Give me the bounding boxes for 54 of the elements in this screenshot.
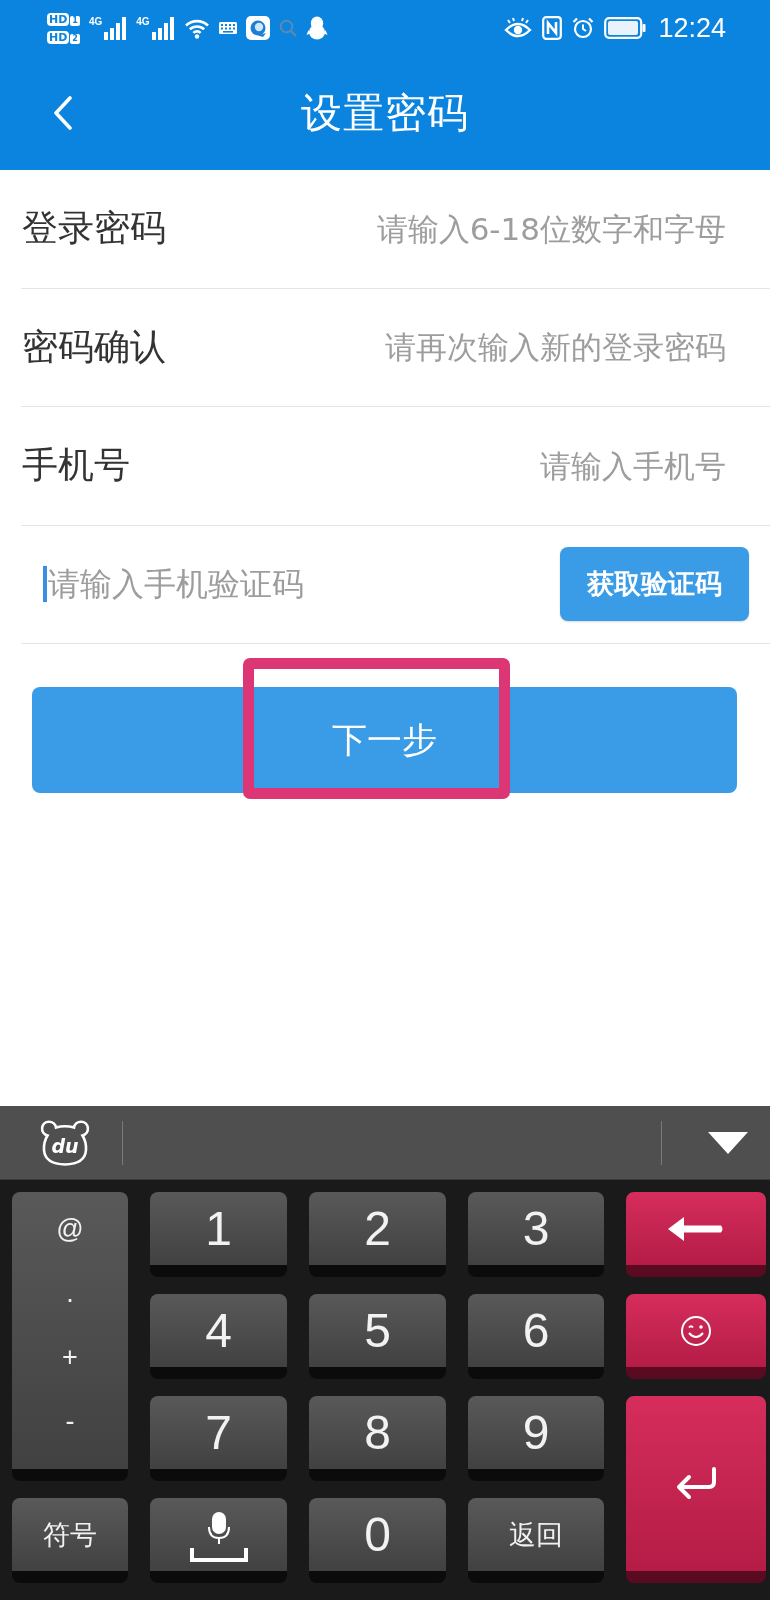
nfc-icon [542,16,563,40]
battery-icon [604,17,647,39]
symbol-key[interactable]: + [52,1325,88,1389]
penguin-icon [305,16,328,40]
digit-key[interactable]: 3 [468,1192,604,1277]
app-icon [245,16,270,40]
emoji-key[interactable] [626,1294,766,1379]
space-bar-icon [189,1547,248,1562]
input-field[interactable]: 请输入6-18位数字和字母 [166,206,726,251]
input-field[interactable]: 请输入手机号 [130,443,726,488]
digit-key[interactable]: 6 [468,1294,604,1379]
page-title: 设置密码 [301,87,469,139]
digit-key[interactable]: 9 [468,1396,604,1481]
alarm-clock-icon [572,17,595,39]
digit-key[interactable]: 5 [309,1294,446,1379]
signal-icon [150,16,175,40]
eye-icon [504,17,533,39]
back-icon[interactable] [53,96,73,130]
signal-icon [103,16,128,40]
status-time: 12:24 [658,12,726,44]
bear-logo[interactable]: du [39,1119,91,1166]
return-arrow-icon [674,1466,718,1501]
enter-key[interactable] [626,1396,766,1583]
digit-key[interactable]: 2 [309,1192,446,1277]
hd-badge: HD [47,30,70,44]
input-field[interactable]: 请再次输入新的登录密码 [166,325,726,370]
digit-key[interactable]: 0 [309,1498,446,1583]
digit-key[interactable]: 7 [150,1396,287,1481]
field-label: 手机号 [22,443,130,488]
search-icon [278,19,297,37]
space-voice-key[interactable] [150,1498,287,1583]
hd-badge: HD [47,12,70,26]
left-arrow-icon [668,1215,724,1242]
down-triangle-icon[interactable] [708,1131,748,1154]
keyboard-icon [218,22,237,34]
input-field[interactable]: 请输入手机验证码 [47,562,560,607]
sim-slot-badge: 1 [70,15,80,26]
digit-key[interactable]: 1 [150,1192,287,1277]
symbol-key[interactable]: @ [46,1197,94,1261]
network-type-label: 4G [136,16,150,28]
digit-key[interactable]: 4 [150,1294,287,1379]
network-type-label: 4G [88,16,103,28]
symbol-key[interactable]: . [56,1261,84,1325]
backspace-key[interactable] [626,1192,766,1277]
field-label: 密码确认 [22,324,166,369]
field-label: 登录密码 [22,206,166,251]
keyboard-key[interactable]: 符号 [12,1498,128,1583]
microphone-icon [207,1511,230,1544]
sim-slot-badge: 2 [70,33,80,44]
smiley-icon [680,1314,712,1347]
symbol-key[interactable]: - [55,1389,85,1453]
digit-key[interactable]: 8 [309,1396,446,1481]
wifi-icon [183,17,210,39]
keyboard-key[interactable]: 返回 [468,1498,604,1583]
